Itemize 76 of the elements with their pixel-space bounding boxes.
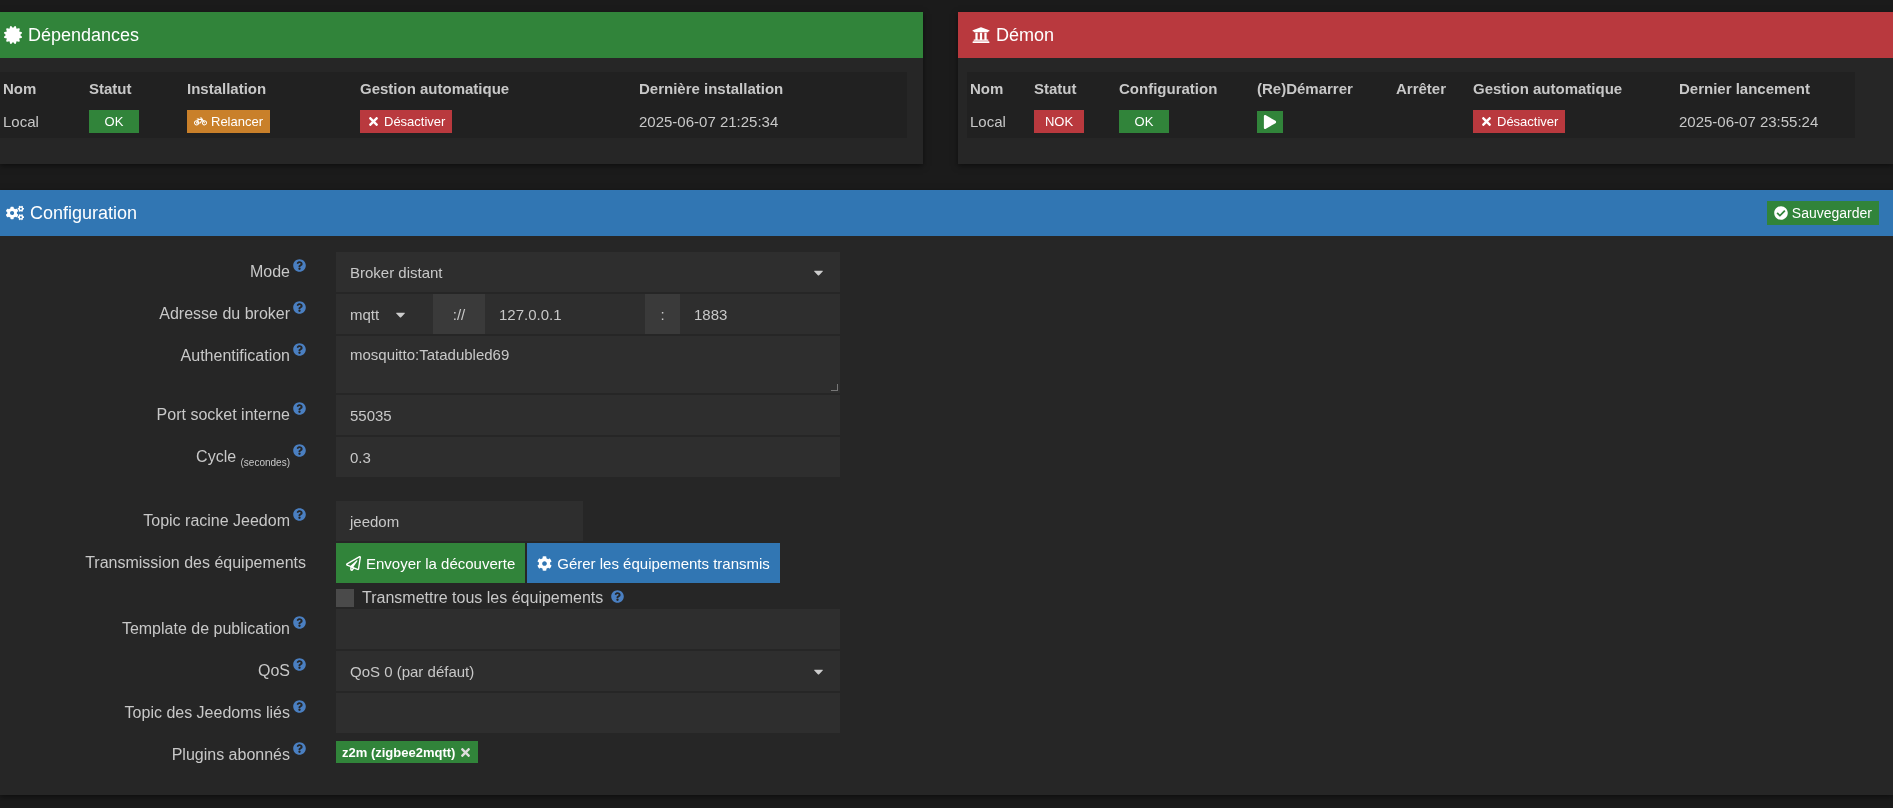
separator-label: :	[645, 294, 680, 334]
field-label: QoS	[258, 662, 290, 680]
input-field[interactable]: jeedom	[336, 501, 583, 541]
settings-icon	[6, 204, 24, 222]
column-header: Nom	[2, 79, 38, 99]
table-cell-text: Local	[2, 112, 40, 132]
status-badge: NOK	[1034, 110, 1084, 133]
play-icon	[1263, 114, 1277, 129]
separator-label: ://	[433, 294, 485, 334]
panel-title: Démon	[996, 24, 1055, 46]
send-discovery-button[interactable]: Envoyer la découverte	[336, 543, 526, 583]
text-area[interactable]: mosquitto:Tatadubled69	[336, 336, 840, 393]
table-cell-text: Local	[969, 112, 1007, 132]
column-header: Gestion automatique	[359, 79, 511, 99]
column-header: (Re)Démarrer	[1256, 79, 1354, 99]
help-icon[interactable]	[293, 700, 306, 713]
manage-button[interactable]: Gérer les équipements transmis	[527, 543, 780, 583]
help-icon[interactable]	[611, 589, 625, 603]
port-field[interactable]: 1883	[680, 294, 840, 334]
field-label: Authentification	[180, 347, 290, 365]
field-label: Cycle $_{(secondes)}$	[196, 448, 290, 469]
checkbox-label: Transmettre tous les équipements	[362, 589, 604, 607]
panel-title: Dépendances	[28, 24, 140, 46]
table-cell-text: 2025-06-07 21:25:34	[638, 112, 780, 132]
bank-icon	[972, 26, 990, 44]
column-header: Nom	[969, 79, 1005, 99]
help-icon[interactable]	[293, 742, 306, 755]
help-icon[interactable]	[293, 616, 306, 629]
table-cell-text: 2025-06-07 23:55:24	[1678, 112, 1820, 132]
column-header: Installation	[186, 79, 268, 99]
save-button[interactable]: Sauvegarder	[1766, 201, 1879, 225]
settings-icon	[537, 555, 553, 571]
close-icon	[367, 115, 380, 128]
start-button[interactable]	[1257, 110, 1283, 133]
disable-button[interactable]: Désactiver	[360, 110, 453, 133]
scheme-select[interactable]: mqtt	[336, 294, 433, 334]
help-icon[interactable]	[293, 301, 306, 314]
column-header: Arrêter	[1395, 79, 1448, 99]
help-icon[interactable]	[293, 508, 306, 521]
checkbox[interactable]	[336, 589, 354, 607]
check-icon	[1773, 206, 1788, 220]
field-label: Port socket interne	[156, 406, 290, 424]
column-header: Dernier lancement	[1678, 79, 1811, 99]
resize-handle-icon[interactable]	[831, 384, 838, 391]
help-icon[interactable]	[293, 343, 306, 356]
field-label: Template de publication	[121, 620, 290, 638]
disable-button[interactable]: Désactiver	[1473, 110, 1566, 133]
select-field[interactable]: QoS 0 (par défaut)	[336, 651, 840, 691]
field-label: Topic des Jeedoms liés	[124, 704, 290, 722]
host-field[interactable]: 127.0.0.1	[485, 294, 645, 334]
field-label: Mode	[249, 263, 290, 281]
panel-title: Configuration	[30, 202, 138, 224]
help-icon[interactable]	[293, 658, 306, 671]
help-icon[interactable]	[293, 444, 306, 457]
field-label: Transmission des équipements	[85, 554, 306, 572]
column-header: Configuration	[1118, 79, 1219, 99]
status-badge: OK	[1119, 110, 1169, 133]
field-label: Adresse du broker	[159, 305, 290, 323]
field-label: Topic racine Jeedom	[143, 512, 290, 530]
select-field[interactable]: Broker distant	[336, 252, 840, 292]
status-badge: OK	[89, 110, 139, 133]
input-field[interactable]: 55035	[336, 395, 840, 435]
input-field[interactable]: 0.3	[336, 437, 840, 477]
badge-icon	[4, 26, 22, 44]
close-icon	[1480, 115, 1493, 128]
help-icon[interactable]	[293, 402, 306, 415]
column-header: Dernière installation	[638, 79, 785, 99]
plugin-tag: z2m (zigbee2mqtt)	[336, 741, 479, 763]
column-header: Gestion automatique	[1472, 79, 1624, 99]
column-header: Statut	[1033, 79, 1078, 99]
paper-plane-icon	[346, 555, 361, 571]
bicycle-icon	[194, 115, 207, 128]
help-icon[interactable]	[293, 259, 306, 272]
remove-icon[interactable]	[459, 745, 473, 759]
column-header: Statut	[88, 79, 133, 99]
field-label: Plugins abonnés	[171, 746, 290, 764]
